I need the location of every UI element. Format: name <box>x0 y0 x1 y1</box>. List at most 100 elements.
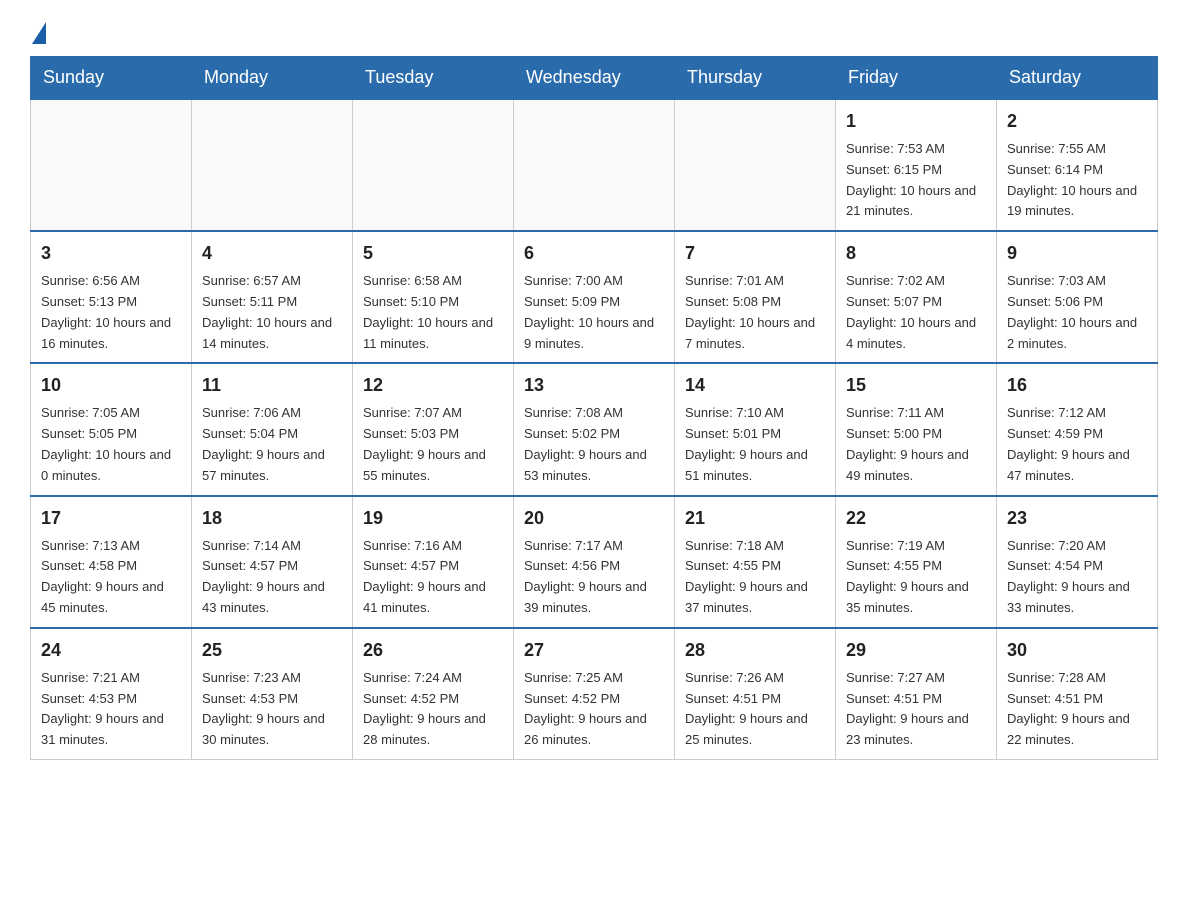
calendar-cell: 20Sunrise: 7:17 AM Sunset: 4:56 PM Dayli… <box>514 496 675 628</box>
day-number: 8 <box>846 240 986 267</box>
calendar-cell: 24 Sunrise: 7:21 AM Sunset: 4:53 PM Dayli… <box>31 628 192 760</box>
calendar-cell <box>675 99 836 231</box>
calendar-cell: 1 Sunrise: 7:53 AM Sunset: 6:15 PM Daylig… <box>836 99 997 231</box>
day-info: Sunrise: 7:16 AM Sunset: 4:57 PM Dayligh… <box>363 536 503 619</box>
day-number: 17 <box>41 505 181 532</box>
calendar-cell: 27 Sunrise: 7:25 AM Sunset: 4:52 PM Dayli… <box>514 628 675 760</box>
logo <box>30 20 46 40</box>
day-number: 11 <box>202 372 342 399</box>
day-number: 29 <box>846 637 986 664</box>
day-info: Sunrise: 7:24 AM Sunset: 4:52 PM Dayligh… <box>363 668 503 751</box>
calendar-cell: 23 Sunrise: 7:20 AM Sunset: 4:54 PM Dayli… <box>997 496 1158 628</box>
calendar-cell: 28 Sunrise: 7:26 AM Sunset: 4:51 PM Dayli… <box>675 628 836 760</box>
day-info: Sunrise: 7:08 AM Sunset: 5:02 PM Dayligh… <box>524 403 664 486</box>
day-number: 27 <box>524 637 664 664</box>
day-info: Sunrise: 7:26 AM Sunset: 4:51 PM Dayligh… <box>685 668 825 751</box>
calendar-cell: 30 Sunrise: 7:28 AM Sunset: 4:51 PM Dayli… <box>997 628 1158 760</box>
calendar-cell <box>31 99 192 231</box>
day-number: 18 <box>202 505 342 532</box>
calendar-cell: 16 Sunrise: 7:12 AM Sunset: 4:59 PM Dayli… <box>997 363 1158 495</box>
calendar-cell: 21 Sunrise: 7:18 AM Sunset: 4:55 PM Dayli… <box>675 496 836 628</box>
day-info: Sunrise: 7:53 AM Sunset: 6:15 PM Dayligh… <box>846 139 986 222</box>
day-number: 2 <box>1007 108 1147 135</box>
calendar-cell: 10Sunrise: 7:05 AM Sunset: 5:05 PM Dayli… <box>31 363 192 495</box>
calendar-cell: 25 Sunrise: 7:23 AM Sunset: 4:53 PM Dayli… <box>192 628 353 760</box>
calendar-cell: 11Sunrise: 7:06 AM Sunset: 5:04 PM Dayli… <box>192 363 353 495</box>
day-info: Sunrise: 7:55 AM Sunset: 6:14 PM Dayligh… <box>1007 139 1147 222</box>
day-info: Sunrise: 7:14 AM Sunset: 4:57 PM Dayligh… <box>202 536 342 619</box>
day-info: Sunrise: 7:20 AM Sunset: 4:54 PM Dayligh… <box>1007 536 1147 619</box>
calendar-cell: 13Sunrise: 7:08 AM Sunset: 5:02 PM Dayli… <box>514 363 675 495</box>
day-number: 24 <box>41 637 181 664</box>
calendar-cell: 2 Sunrise: 7:55 AM Sunset: 6:14 PM Daylig… <box>997 99 1158 231</box>
day-info: Sunrise: 7:21 AM Sunset: 4:53 PM Dayligh… <box>41 668 181 751</box>
day-info: Sunrise: 7:02 AM Sunset: 5:07 PM Dayligh… <box>846 271 986 354</box>
calendar-cell <box>192 99 353 231</box>
day-number: 9 <box>1007 240 1147 267</box>
calendar-table: SundayMondayTuesdayWednesdayThursdayFrid… <box>30 56 1158 760</box>
day-number: 22 <box>846 505 986 532</box>
weekday-header-wednesday: Wednesday <box>514 57 675 100</box>
day-info: Sunrise: 7:10 AM Sunset: 5:01 PM Dayligh… <box>685 403 825 486</box>
calendar-header-row: SundayMondayTuesdayWednesdayThursdayFrid… <box>31 57 1158 100</box>
calendar-week-row: 24 Sunrise: 7:21 AM Sunset: 4:53 PM Dayli… <box>31 628 1158 760</box>
day-number: 23 <box>1007 505 1147 532</box>
day-info: Sunrise: 7:00 AM Sunset: 5:09 PM Dayligh… <box>524 271 664 354</box>
weekday-header-friday: Friday <box>836 57 997 100</box>
day-number: 12 <box>363 372 503 399</box>
calendar-week-row: 17 Sunrise: 7:13 AM Sunset: 4:58 PM Dayli… <box>31 496 1158 628</box>
calendar-cell: 14 Sunrise: 7:10 AM Sunset: 5:01 PM Dayli… <box>675 363 836 495</box>
day-number: 4 <box>202 240 342 267</box>
day-number: 6 <box>524 240 664 267</box>
day-info: Sunrise: 7:19 AM Sunset: 4:55 PM Dayligh… <box>846 536 986 619</box>
calendar-cell: 15 Sunrise: 7:11 AM Sunset: 5:00 PM Dayli… <box>836 363 997 495</box>
calendar-cell: 3 Sunrise: 6:56 AM Sunset: 5:13 PM Daylig… <box>31 231 192 363</box>
weekday-header-sunday: Sunday <box>31 57 192 100</box>
day-number: 21 <box>685 505 825 532</box>
calendar-week-row: 1 Sunrise: 7:53 AM Sunset: 6:15 PM Daylig… <box>31 99 1158 231</box>
page-header <box>30 20 1158 40</box>
day-number: 15 <box>846 372 986 399</box>
calendar-cell: 7 Sunrise: 7:01 AM Sunset: 5:08 PM Daylig… <box>675 231 836 363</box>
weekday-header-thursday: Thursday <box>675 57 836 100</box>
day-number: 25 <box>202 637 342 664</box>
weekday-header-monday: Monday <box>192 57 353 100</box>
calendar-cell: 19Sunrise: 7:16 AM Sunset: 4:57 PM Dayli… <box>353 496 514 628</box>
day-number: 28 <box>685 637 825 664</box>
day-number: 20 <box>524 505 664 532</box>
day-info: Sunrise: 6:58 AM Sunset: 5:10 PM Dayligh… <box>363 271 503 354</box>
day-number: 30 <box>1007 637 1147 664</box>
day-number: 14 <box>685 372 825 399</box>
calendar-cell: 12 Sunrise: 7:07 AM Sunset: 5:03 PM Dayli… <box>353 363 514 495</box>
calendar-cell: 26Sunrise: 7:24 AM Sunset: 4:52 PM Dayli… <box>353 628 514 760</box>
calendar-cell <box>353 99 514 231</box>
day-info: Sunrise: 7:18 AM Sunset: 4:55 PM Dayligh… <box>685 536 825 619</box>
day-info: Sunrise: 7:13 AM Sunset: 4:58 PM Dayligh… <box>41 536 181 619</box>
calendar-week-row: 3 Sunrise: 6:56 AM Sunset: 5:13 PM Daylig… <box>31 231 1158 363</box>
day-info: Sunrise: 7:01 AM Sunset: 5:08 PM Dayligh… <box>685 271 825 354</box>
day-info: Sunrise: 6:56 AM Sunset: 5:13 PM Dayligh… <box>41 271 181 354</box>
day-info: Sunrise: 7:05 AM Sunset: 5:05 PM Dayligh… <box>41 403 181 486</box>
day-info: Sunrise: 7:23 AM Sunset: 4:53 PM Dayligh… <box>202 668 342 751</box>
weekday-header-saturday: Saturday <box>997 57 1158 100</box>
day-number: 3 <box>41 240 181 267</box>
calendar-cell: 9 Sunrise: 7:03 AM Sunset: 5:06 PM Daylig… <box>997 231 1158 363</box>
weekday-header-tuesday: Tuesday <box>353 57 514 100</box>
day-info: Sunrise: 6:57 AM Sunset: 5:11 PM Dayligh… <box>202 271 342 354</box>
day-info: Sunrise: 7:25 AM Sunset: 4:52 PM Dayligh… <box>524 668 664 751</box>
calendar-cell: 29 Sunrise: 7:27 AM Sunset: 4:51 PM Dayli… <box>836 628 997 760</box>
day-info: Sunrise: 7:12 AM Sunset: 4:59 PM Dayligh… <box>1007 403 1147 486</box>
day-number: 7 <box>685 240 825 267</box>
calendar-cell: 5Sunrise: 6:58 AM Sunset: 5:10 PM Daylig… <box>353 231 514 363</box>
calendar-cell: 6 Sunrise: 7:00 AM Sunset: 5:09 PM Daylig… <box>514 231 675 363</box>
day-info: Sunrise: 7:07 AM Sunset: 5:03 PM Dayligh… <box>363 403 503 486</box>
day-info: Sunrise: 7:27 AM Sunset: 4:51 PM Dayligh… <box>846 668 986 751</box>
day-number: 16 <box>1007 372 1147 399</box>
day-info: Sunrise: 7:28 AM Sunset: 4:51 PM Dayligh… <box>1007 668 1147 751</box>
calendar-week-row: 10Sunrise: 7:05 AM Sunset: 5:05 PM Dayli… <box>31 363 1158 495</box>
logo-triangle-icon <box>32 22 46 44</box>
day-info: Sunrise: 7:11 AM Sunset: 5:00 PM Dayligh… <box>846 403 986 486</box>
calendar-cell: 17 Sunrise: 7:13 AM Sunset: 4:58 PM Dayli… <box>31 496 192 628</box>
day-info: Sunrise: 7:03 AM Sunset: 5:06 PM Dayligh… <box>1007 271 1147 354</box>
day-number: 1 <box>846 108 986 135</box>
